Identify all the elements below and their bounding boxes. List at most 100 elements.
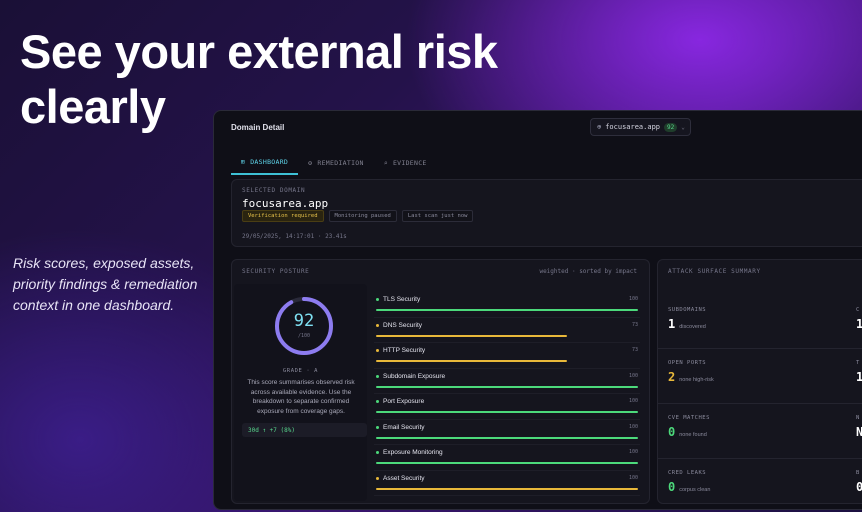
metric-bar bbox=[376, 436, 638, 439]
metric-bar bbox=[376, 462, 638, 464]
tab-dashboard[interactable]: ⊞ DASHBOARD bbox=[231, 151, 299, 175]
wrench-icon: ⚙ bbox=[308, 158, 313, 167]
domain-select-value: focusarea.app bbox=[605, 123, 661, 131]
stat-value: 0 bbox=[668, 425, 676, 439]
metric-name: HTTP Security bbox=[383, 347, 426, 354]
status-dot-icon bbox=[376, 349, 379, 352]
surface-stat[interactable]: C1 bbox=[856, 307, 862, 331]
metric-value: 73 bbox=[631, 321, 638, 328]
score-grade: GRADE · A bbox=[282, 368, 319, 374]
metric-bar bbox=[376, 334, 568, 337]
metric-name: Subdomain Exposure bbox=[383, 372, 446, 380]
surface-stat[interactable]: CRED LEAKS 0 corpus clean bbox=[668, 470, 768, 494]
stat-value: N bbox=[856, 425, 862, 439]
metric-row[interactable]: Port Exposure 100 bbox=[374, 394, 640, 420]
metric-name: TLS Security bbox=[383, 296, 421, 303]
tab-remediation[interactable]: ⚙ REMEDIATION bbox=[298, 151, 374, 175]
stat-note: corpus clean bbox=[679, 487, 711, 493]
metric-row[interactable]: DNS Security 73 bbox=[374, 318, 640, 343]
metric-bar bbox=[376, 487, 638, 490]
metric-row[interactable]: Subdomain Exposure 100 bbox=[374, 369, 640, 394]
metric-name: DNS Security bbox=[383, 321, 423, 329]
status-dot-icon bbox=[376, 374, 379, 378]
status-dot-icon bbox=[376, 400, 379, 403]
stat-label: T bbox=[856, 360, 860, 366]
selected-domain-label: SELECTED DOMAIN bbox=[242, 187, 306, 194]
posture-metrics-list: TLS Security 100 DNS Security 73 HTTP Securi… bbox=[374, 292, 640, 496]
scan-timestamp: 29/05/2025, 14:17:01 · 23.41s bbox=[242, 233, 347, 240]
score-panel: 92 /100 GRADE · A This score summarises … bbox=[234, 284, 367, 501]
metric-row[interactable]: Asset Security 100 bbox=[374, 471, 640, 496]
divider bbox=[658, 348, 862, 349]
hero-subtitle: Risk scores, exposed assets, priority fi… bbox=[13, 255, 198, 313]
stat-label: SUBDOMAINS bbox=[668, 307, 707, 313]
divider bbox=[658, 403, 862, 404]
score-description: This score summarises observed risk acro… bbox=[247, 379, 355, 415]
stat-value: 1 bbox=[668, 317, 676, 331]
status-dot-icon bbox=[376, 476, 379, 480]
chevron-down-icon: ⌄ bbox=[681, 123, 685, 131]
status-dot-icon bbox=[376, 298, 379, 301]
metric-name: Port Exposure bbox=[383, 398, 425, 405]
stat-label: OPEN PORTS bbox=[668, 360, 707, 366]
metric-bar bbox=[376, 411, 638, 413]
metric-bar bbox=[376, 385, 638, 388]
tab-evidence[interactable]: ⌕ EVIDENCE bbox=[374, 151, 437, 175]
status-badges: Verification required Monitoring paused … bbox=[242, 210, 474, 222]
metric-row[interactable]: Email Security 100 bbox=[374, 420, 640, 445]
metric-row[interactable]: Exposure Monitoring 100 bbox=[374, 445, 640, 471]
stat-note: discovered bbox=[679, 324, 706, 330]
metric-name: Exposure Monitoring bbox=[383, 449, 443, 456]
window-title: Domain Detail bbox=[231, 123, 285, 132]
surface-stat[interactable]: T1 bbox=[856, 360, 862, 384]
posture-meta: weighted · sorted by impact bbox=[539, 268, 637, 275]
metric-value: 100 bbox=[628, 372, 638, 379]
metric-name: Asset Security bbox=[383, 474, 425, 482]
status-dot-icon bbox=[376, 451, 379, 454]
surface-stat[interactable]: CVE MATCHES 0 none found bbox=[668, 415, 768, 439]
surface-stat[interactable]: B0 bbox=[856, 470, 862, 494]
selected-domain-card: SELECTED DOMAIN focusarea.app Verificati… bbox=[231, 179, 862, 247]
metric-value: 100 bbox=[628, 296, 638, 302]
stat-value: 1 bbox=[856, 370, 862, 384]
tab-label: DASHBOARD bbox=[250, 157, 289, 166]
surface-stat[interactable]: SUBDOMAINS 1 discovered bbox=[668, 307, 768, 331]
stat-value: 2 bbox=[668, 370, 676, 384]
divider bbox=[658, 458, 862, 459]
stat-value: 0 bbox=[856, 480, 862, 494]
status-dot-icon bbox=[376, 323, 379, 327]
verification-badge[interactable]: Verification required bbox=[242, 210, 324, 222]
stat-label: C bbox=[856, 307, 860, 313]
dashboard-window: Domain Detail ⊕ focusarea.app 92 ⌄ ⊞ DAS… bbox=[213, 110, 862, 510]
tab-bar: ⊞ DASHBOARD ⚙ REMEDIATION ⌕ EVIDENCE bbox=[231, 151, 437, 175]
metric-value: 100 bbox=[628, 474, 638, 481]
metric-row[interactable]: HTTP Security 73 bbox=[374, 343, 640, 369]
tab-label: EVIDENCE bbox=[392, 158, 427, 167]
selected-domain-name: focusarea.app bbox=[242, 197, 329, 210]
stat-note: none high-risk bbox=[679, 377, 714, 383]
domain-score-pill: 92 bbox=[664, 122, 678, 132]
metric-value: 73 bbox=[631, 347, 638, 353]
stat-note: none found bbox=[679, 432, 707, 438]
stat-label: CRED LEAKS bbox=[668, 470, 707, 476]
grid-icon: ⊞ bbox=[241, 157, 246, 166]
last-scan-badge: Last scan just now bbox=[401, 210, 474, 222]
stat-label: B bbox=[856, 470, 860, 476]
attack-surface-card: ATTACK SURFACE SUMMARY SUBDOMAINS 1 discov… bbox=[657, 259, 862, 504]
stat-label: CVE MATCHES bbox=[668, 415, 710, 421]
metric-value: 100 bbox=[628, 449, 638, 455]
surface-stat[interactable]: OPEN PORTS 2 none high-risk bbox=[668, 360, 768, 384]
metric-name: Email Security bbox=[383, 423, 425, 431]
domain-select[interactable]: ⊕ focusarea.app 92 ⌄ bbox=[590, 118, 691, 136]
score-max: /100 bbox=[297, 333, 311, 339]
globe-icon: ⊕ bbox=[597, 123, 602, 131]
metric-bar bbox=[376, 360, 568, 362]
surface-stat[interactable]: NN bbox=[856, 415, 862, 439]
metric-value: 100 bbox=[628, 398, 638, 404]
monitoring-badge: Monitoring paused bbox=[328, 210, 397, 222]
posture-title: SECURITY POSTURE bbox=[242, 268, 310, 275]
score-trend: 30d ↑ +7 (8%) bbox=[242, 423, 367, 437]
window-topbar: Domain Detail ⊕ focusarea.app 92 ⌄ bbox=[214, 111, 862, 145]
magnifier-icon: ⌕ bbox=[383, 158, 388, 167]
metric-row[interactable]: TLS Security 100 bbox=[374, 292, 640, 318]
